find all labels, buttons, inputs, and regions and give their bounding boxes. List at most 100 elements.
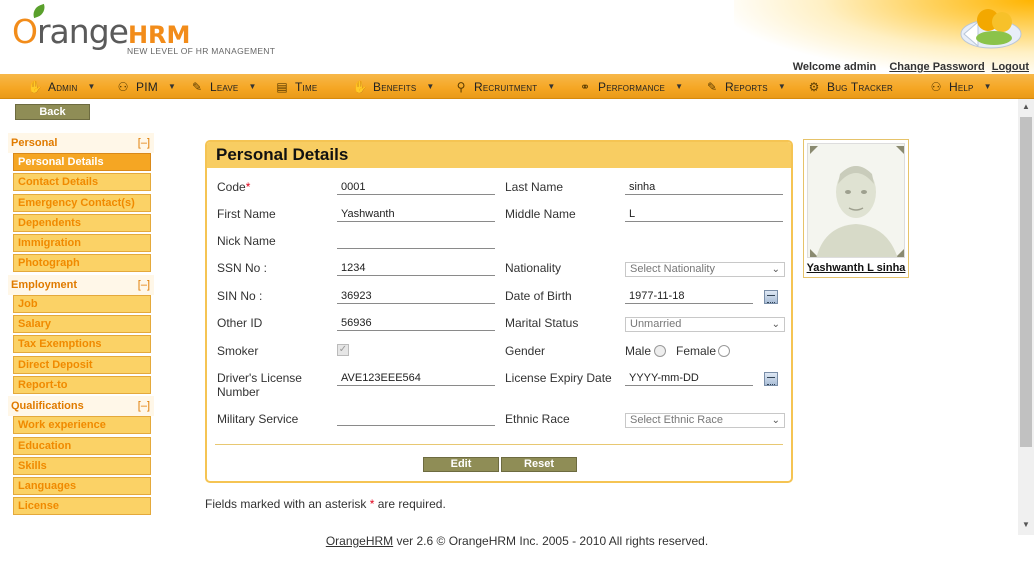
leave-icon: ✎ <box>191 79 203 94</box>
performance-icon: ⚭ <box>579 79 591 94</box>
license-expiry-label: License Expiry Date <box>505 371 612 385</box>
sidebar-item-personal-details[interactable]: Personal Details <box>13 153 151 171</box>
nick-name-field[interactable] <box>337 233 495 249</box>
code-label: Code* <box>217 180 251 194</box>
last-name-label: Last Name <box>505 180 564 194</box>
change-password-link[interactable]: Change Password <box>889 61 984 73</box>
sidebar-item-languages[interactable]: Languages <box>13 477 151 496</box>
menu-recruitment[interactable]: ⚲ Recruitment ▼ <box>454 74 556 99</box>
logout-link[interactable]: Logout <box>992 61 1029 73</box>
sin-field[interactable]: 36923 <box>337 288 495 304</box>
admin-icon: ✋ <box>27 79 43 94</box>
menu-help[interactable]: ⚇ Help ▼ <box>929 74 992 99</box>
chevron-down-icon: ▼ <box>675 82 684 91</box>
last-name-field[interactable]: sinha <box>625 179 783 195</box>
smoker-label: Smoker <box>217 344 259 358</box>
panel-divider <box>215 444 783 445</box>
ssn-field[interactable]: 1234 <box>337 260 495 276</box>
vertical-scrollbar[interactable]: ▲ ▼ <box>1018 99 1034 535</box>
employee-photo[interactable] <box>807 143 905 258</box>
dob-field[interactable]: 1977-11-18 <box>625 288 753 304</box>
sidebar: Personal [–] Personal Details Contact Det… <box>8 133 154 533</box>
employee-name-link[interactable]: Yashwanth L sinha <box>804 262 908 274</box>
sin-label: SIN No : <box>217 289 263 303</box>
gender-label: Gender <box>505 344 546 358</box>
menu-benefits[interactable]: ✋ Benefits ▼ <box>352 74 435 99</box>
sidebar-item-salary[interactable]: Salary <box>13 315 151 334</box>
military-service-field[interactable] <box>337 410 495 426</box>
chevron-down-icon: ⌄ <box>771 415 780 426</box>
sidebar-item-job[interactable]: Job <box>13 294 151 313</box>
sidebar-item-work-experience[interactable]: Work experience <box>13 416 151 435</box>
other-id-label: Other ID <box>217 316 263 330</box>
employee-photo-box: Yashwanth L sinha <box>803 139 909 278</box>
calendar-icon[interactable] <box>764 290 778 304</box>
sidebar-item-education[interactable]: Education <box>13 436 151 455</box>
marital-status-select[interactable]: Unmarried ⌄ <box>625 317 785 332</box>
sidebar-item-photograph[interactable]: Photograph <box>13 254 151 273</box>
help-icon: ⚇ <box>930 79 942 94</box>
reports-icon: ✎ <box>706 79 718 94</box>
sidebar-section-qualifications: Qualifications [–] <box>8 396 154 417</box>
scrollbar-thumb[interactable] <box>1020 117 1032 447</box>
menu-bug-tracker[interactable]: ⚙ Bug Tracker <box>807 74 893 99</box>
orangehrm-logo: OrangeHRM NEW LEVEL OF HR MANAGEMENT <box>12 3 282 62</box>
license-expiry-field[interactable]: YYYY-mm-DD <box>625 370 753 386</box>
collapse-toggle[interactable]: [–] <box>138 133 150 153</box>
smoker-checkbox[interactable]: ✓ <box>337 344 349 356</box>
calendar-icon[interactable] <box>764 372 778 386</box>
ethnic-race-label: Ethnic Race <box>505 412 570 426</box>
sidebar-item-direct-deposit[interactable]: Direct Deposit <box>13 355 151 374</box>
ssn-label: SSN No : <box>217 261 268 275</box>
copyright-text: ver 2.6 © OrangeHRM Inc. 2005 - 2010 All… <box>393 534 709 548</box>
sidebar-item-tax-exemptions[interactable]: Tax Exemptions <box>13 335 151 354</box>
female-label: Female <box>676 344 717 358</box>
chevron-down-icon: ▼ <box>248 82 257 91</box>
first-name-label: First Name <box>217 207 276 221</box>
collapse-toggle[interactable]: [–] <box>138 396 150 416</box>
logo-tagline: NEW LEVEL OF HR MANAGEMENT <box>127 46 276 56</box>
sidebar-item-skills[interactable]: Skills <box>13 456 151 475</box>
female-radio[interactable] <box>718 345 730 357</box>
dob-label: Date of Birth <box>505 289 572 303</box>
collapse-toggle[interactable]: [–] <box>138 275 150 295</box>
sidebar-item-dependents[interactable]: Dependents <box>13 213 151 232</box>
menu-time[interactable]: ▤ Time <box>275 74 317 99</box>
nick-name-label: Nick Name <box>217 234 276 248</box>
nationality-select[interactable]: Select Nationality ⌄ <box>625 262 785 277</box>
benefits-icon: ✋ <box>352 79 368 94</box>
sidebar-item-immigration[interactable]: Immigration <box>13 234 151 253</box>
bug-tracker-icon: ⚙ <box>808 79 820 94</box>
footer: OrangeHRM ver 2.6 © OrangeHRM Inc. 2005 … <box>0 534 1034 548</box>
sidebar-item-emergency-contacts[interactable]: Emergency Contact(s) <box>13 193 151 212</box>
reset-button[interactable]: Reset <box>501 457 577 472</box>
menu-reports[interactable]: ✎ Reports ▼ <box>705 74 786 99</box>
first-name-field[interactable]: Yashwanth <box>337 206 495 222</box>
sidebar-item-license[interactable]: License <box>13 497 151 516</box>
scroll-down-icon[interactable]: ▼ <box>1018 517 1034 533</box>
middle-name-label: Middle Name <box>505 207 576 221</box>
menu-performance[interactable]: ⚭ Performance ▼ <box>578 74 683 99</box>
menu-leave[interactable]: ✎ Leave ▼ <box>190 74 256 99</box>
sidebar-item-contact-details[interactable]: Contact Details <box>13 173 151 192</box>
edit-button[interactable]: Edit <box>423 457 499 472</box>
drivers-license-field[interactable]: AVE123EEE564 <box>337 370 495 386</box>
menu-admin[interactable]: ✋ Admin ▼ <box>27 74 96 99</box>
chevron-down-icon: ▼ <box>426 82 435 91</box>
chevron-down-icon: ▼ <box>547 82 556 91</box>
orangehrm-link[interactable]: OrangeHRM <box>326 534 393 548</box>
scroll-up-icon[interactable]: ▲ <box>1018 99 1034 115</box>
back-button[interactable]: Back <box>15 104 90 120</box>
chevron-down-icon: ▼ <box>87 82 96 91</box>
male-radio[interactable] <box>654 345 666 357</box>
main-menu: ✋ Admin ▼ ⚇ PIM ▼ ✎ Leave ▼ ▤ Time ✋ Benefits ▼ ⚲… <box>0 74 1034 99</box>
sidebar-item-report-to[interactable]: Report-to <box>13 375 151 394</box>
menu-pim[interactable]: ⚇ PIM ▼ <box>116 74 176 99</box>
middle-name-field[interactable]: L <box>625 206 783 222</box>
nationality-label: Nationality <box>505 261 562 275</box>
ethnic-race-select[interactable]: Select Ethnic Race ⌄ <box>625 413 785 428</box>
required-asterisk: * <box>245 180 251 194</box>
other-id-field[interactable]: 56936 <box>337 315 495 331</box>
chevron-down-icon: ▼ <box>983 82 992 91</box>
code-field[interactable]: 0001 <box>337 179 495 195</box>
